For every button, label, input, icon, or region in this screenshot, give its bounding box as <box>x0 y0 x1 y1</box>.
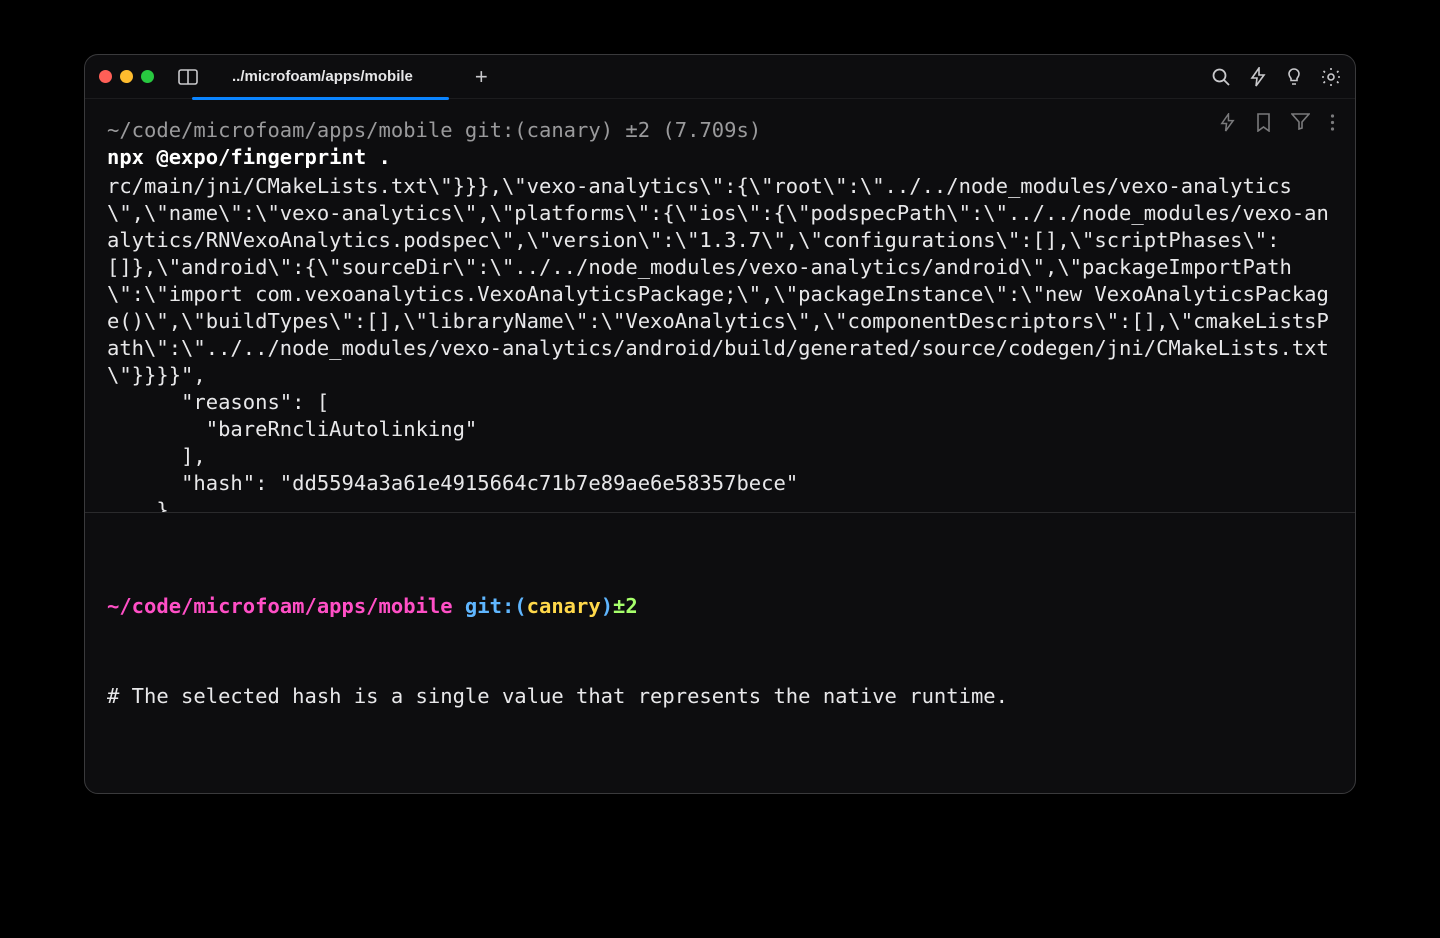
minimize-icon[interactable] <box>120 70 133 83</box>
prompt-branch: canary <box>527 594 601 618</box>
titlebar-actions <box>1211 67 1341 87</box>
prompt-path: ~/code/microfoam/apps/mobile <box>107 594 453 618</box>
input-pane[interactable]: ~/code/microfoam/apps/mobile git:(canary… <box>85 513 1355 793</box>
prompt-line: ~/code/microfoam/apps/mobile git:(canary… <box>107 117 1333 144</box>
lightbulb-icon[interactable] <box>1285 67 1303 87</box>
bolt-icon[interactable] <box>1249 67 1267 87</box>
prompt-git: git:(canary) ±2 <box>465 118 650 142</box>
prompt-delta: ±2 <box>613 594 638 618</box>
new-tab-button[interactable]: + <box>475 64 488 90</box>
tab-active[interactable]: ../microfoam/apps/mobile <box>222 55 439 99</box>
prompt-timing: (7.709s) <box>662 118 761 142</box>
tab-title: ../microfoam/apps/mobile <box>232 68 413 85</box>
zoom-icon[interactable] <box>141 70 154 83</box>
prompt-line: ~/code/microfoam/apps/mobile git:(canary… <box>107 591 1333 621</box>
window-controls <box>99 70 154 83</box>
search-icon[interactable] <box>1211 67 1231 87</box>
panes-icon[interactable] <box>178 69 198 85</box>
prompt-git: git: <box>465 594 514 618</box>
output-pane[interactable]: ~/code/microfoam/apps/mobile git:(canary… <box>85 99 1355 512</box>
pane-actions <box>1219 113 1335 132</box>
bolt-icon[interactable] <box>1219 113 1236 132</box>
prompt-path: ~/code/microfoam/apps/mobile <box>107 118 453 142</box>
more-icon[interactable] <box>1330 113 1335 132</box>
command: npx @expo/fingerprint . <box>107 144 1333 171</box>
bookmark-icon[interactable] <box>1256 113 1271 132</box>
terminal-window: ../microfoam/apps/mobile + <box>84 54 1356 794</box>
input-text[interactable]: # The selected hash is a single value th… <box>107 681 1333 711</box>
json-output: rc/main/jni/CMakeLists.txt\"}}},\"vexo-a… <box>107 173 1333 512</box>
titlebar: ../microfoam/apps/mobile + <box>85 55 1355 99</box>
close-icon[interactable] <box>99 70 112 83</box>
terminal-content: ~/code/microfoam/apps/mobile git:(canary… <box>85 99 1355 793</box>
gear-icon[interactable] <box>1321 67 1341 87</box>
filter-icon[interactable] <box>1291 113 1310 132</box>
